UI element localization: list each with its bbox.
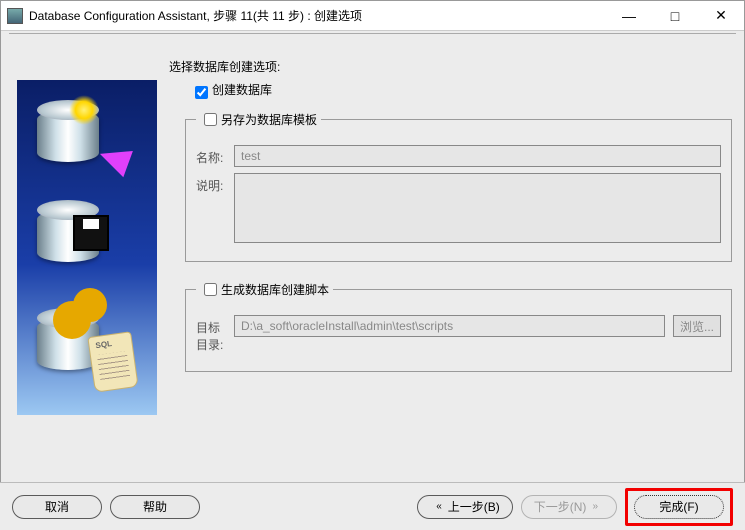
gen-scripts-checkbox[interactable] [204,283,217,296]
titlebar: Database Configuration Assistant, 步骤 11(… [1,1,744,31]
scripts-dir-label: 目标 目录: [196,315,234,353]
next-button: 下一步(N) » [521,495,617,519]
save-template-checkbox[interactable] [204,113,217,126]
content-area: 选择数据库创建选项: 创建数据库 另存为数据库模板 名称: 说明: 生成数据库创… [1,40,744,470]
cancel-button[interactable]: 取消 [12,495,102,519]
browse-button: 浏览... [673,315,721,337]
next-button-label: 下一步(N) [534,498,587,515]
create-db-row: 创建数据库 [191,81,732,100]
options-panel: 选择数据库创建选项: 创建数据库 另存为数据库模板 名称: 说明: 生成数据库创… [169,50,732,458]
save-template-legend: 另存为数据库模板 [196,110,321,129]
create-db-checkbox[interactable] [195,86,208,99]
back-button[interactable]: « 上一步(B) [417,495,513,519]
finish-button[interactable]: 完成(F) [634,495,724,519]
template-desc-field: 说明: [196,173,721,243]
finish-highlight: 完成(F) [625,488,733,526]
scripts-dir-field: 目标 目录: 浏览... [196,315,721,353]
create-db-label: 创建数据库 [212,81,272,98]
template-name-label: 名称: [196,145,234,166]
options-heading: 选择数据库创建选项: [169,58,732,75]
wizard-illustration [17,80,157,415]
footer: 取消 帮助 « 上一步(B) 下一步(N) » 完成(F) [0,482,745,530]
chevron-right-icon: » [592,501,598,512]
chevron-left-icon: « [436,501,442,512]
maximize-button[interactable]: □ [652,1,698,31]
titlebar-divider [9,33,736,34]
finish-button-label: 完成(F) [659,498,698,515]
save-template-legend-label: 另存为数据库模板 [221,111,317,128]
gen-scripts-legend: 生成数据库创建脚本 [196,280,333,299]
template-desc-textarea [234,173,721,243]
back-button-label: 上一步(B) [448,498,500,515]
help-button[interactable]: 帮助 [110,495,200,519]
gen-scripts-fieldset: 生成数据库创建脚本 目标 目录: 浏览... [185,280,732,372]
close-button[interactable]: ✕ [698,1,744,31]
gen-scripts-legend-label: 生成数据库创建脚本 [221,281,329,298]
scripts-dir-input [234,315,665,337]
minimize-button[interactable]: — [606,1,652,31]
save-template-fieldset: 另存为数据库模板 名称: 说明: [185,110,732,262]
template-name-field: 名称: [196,145,721,167]
template-desc-label: 说明: [196,173,234,194]
window-title: Database Configuration Assistant, 步骤 11(… [29,7,606,24]
template-name-input [234,145,721,167]
app-icon [7,8,23,24]
